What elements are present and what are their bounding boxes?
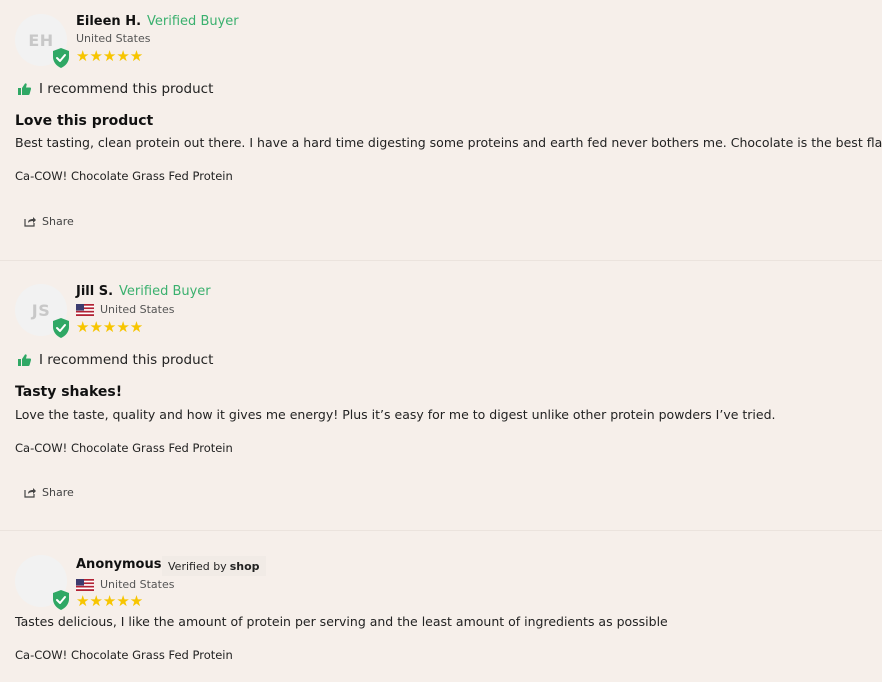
review-3: Anonymous Verified by shop United States …	[0, 0, 882, 682]
review-body: Tastes delicious, I like the amount of p…	[15, 614, 668, 629]
location-text: United States	[100, 578, 175, 591]
star-rating: ★★★★★	[76, 592, 144, 610]
reviewed-product: Ca-COW! Chocolate Grass Fed Protein	[15, 648, 233, 662]
verified-by-text: Verified by	[168, 559, 227, 573]
us-flag-icon	[76, 578, 94, 591]
shop-logo-text: shop	[229, 559, 260, 573]
verified-by-shop-badge: Verified by shop	[162, 556, 266, 576]
reviewer-name: Anonymous	[76, 557, 162, 572]
reviewer-location: United States	[76, 578, 175, 591]
verified-shield-icon	[53, 590, 69, 610]
